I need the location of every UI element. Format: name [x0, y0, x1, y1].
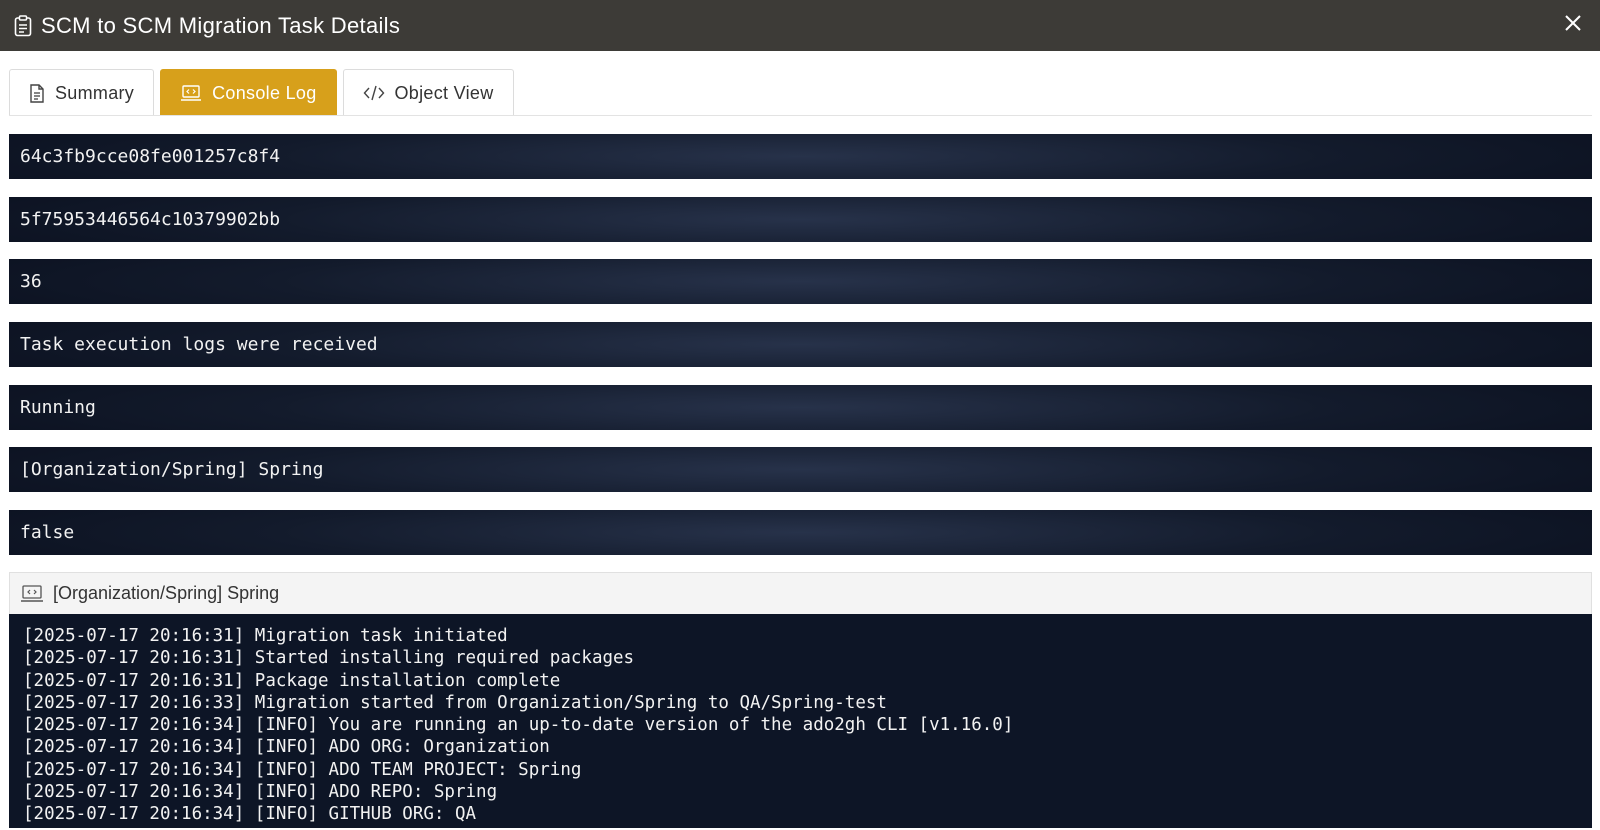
code-icon — [363, 84, 385, 102]
log-line: [2025-07-17 20:16:31] Migration task ini… — [23, 626, 508, 646]
clipboard-icon — [14, 14, 32, 37]
log-line: [2025-07-17 20:16:34] [INFO] ADO REPO: S… — [23, 782, 498, 803]
tab-console-log-label: Console Log — [212, 82, 317, 103]
status-field: Running — [9, 384, 1592, 430]
tab-object-view-label: Object View — [394, 82, 494, 103]
log-line: [2025-07-17 20:16:34] [INFO] ADO ORG: Or… — [23, 737, 550, 758]
close-icon — [1564, 14, 1582, 37]
console-log[interactable]: [2025-07-17 20:16:31] Migration task ini… — [9, 614, 1592, 828]
document-icon — [29, 83, 45, 103]
tab-divider — [9, 115, 1592, 116]
log-line: [2025-07-17 20:16:31] Started installing… — [23, 648, 635, 669]
count-field: 36 — [9, 259, 1592, 305]
close-button[interactable] — [1560, 12, 1586, 38]
window-title: SCM to SCM Migration Task Details — [41, 12, 401, 38]
log-line: [2025-07-17 20:16:34] [INFO] ADO TEAM PR… — [23, 759, 582, 780]
log-line: [2025-07-17 20:16:33] Migration started … — [23, 692, 887, 713]
repository-field: [Organization/Spring] Spring — [9, 447, 1592, 493]
log-line: [2025-07-17 20:16:34] [INFO] GITHUB ORG:… — [23, 804, 477, 825]
tab-bar: Summary Console Log Object View — [9, 69, 514, 116]
task-id-field: 64c3fb9cce08fe001257c8f4 — [9, 134, 1592, 179]
console-header: [Organization/Spring] Spring — [9, 572, 1592, 614]
tab-summary[interactable]: Summary — [9, 69, 155, 116]
terminal-icon — [20, 584, 44, 603]
task-fields: 64c3fb9cce08fe001257c8f4 5f75953446564c1… — [9, 134, 1592, 573]
flag-field: false — [9, 510, 1592, 556]
log-line: [2025-07-17 20:16:34] [INFO] You are run… — [23, 715, 1014, 736]
tab-console-log[interactable]: Console Log — [160, 69, 337, 116]
object-id-field: 5f75953446564c10379902bb — [9, 196, 1592, 242]
title-bar: SCM to SCM Migration Task Details — [0, 0, 1600, 51]
console-header-title: [Organization/Spring] Spring — [53, 583, 280, 603]
message-field: Task execution logs were received — [9, 322, 1592, 368]
tab-object-view[interactable]: Object View — [342, 69, 514, 116]
log-line: [2025-07-17 20:16:31] Package installati… — [23, 670, 561, 691]
terminal-icon — [180, 84, 202, 102]
tab-summary-label: Summary — [55, 82, 135, 103]
